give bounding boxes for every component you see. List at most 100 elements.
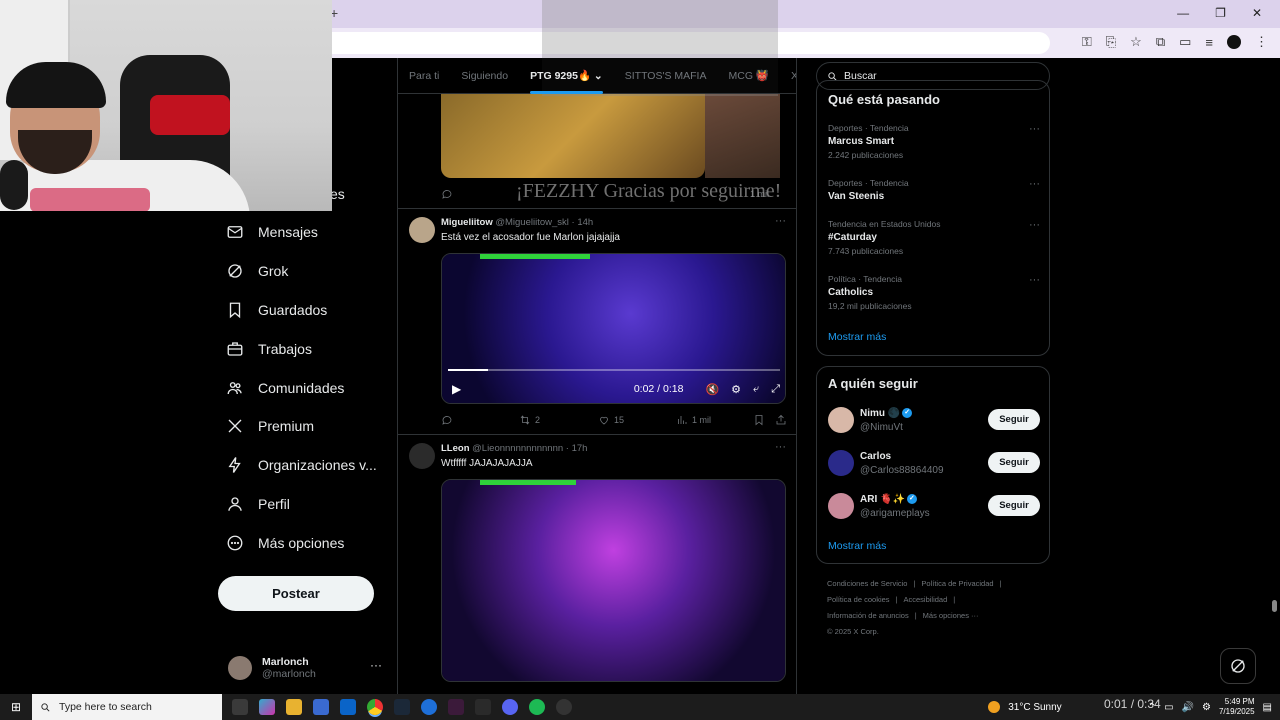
tweet-author-handle[interactable]: @Lieonnnnnnnnnnnn · 17h [472,443,587,454]
bookmark-button[interactable] [753,414,765,426]
follow-button[interactable]: Seguir [988,452,1040,473]
tweet-media-image[interactable] [441,94,705,178]
sidebar-icon[interactable]: ▭ [1179,34,1191,50]
more-icon[interactable]: ··· [1029,123,1040,135]
pip-icon[interactable]: ⤶ [753,383,759,396]
spotify-icon[interactable] [529,699,545,715]
footer-link[interactable]: Accesibilidad [904,595,948,604]
more-icon[interactable]: ··· [1029,219,1040,231]
battlenet-icon[interactable] [421,699,437,715]
tab-para-ti[interactable]: Para ti [398,58,450,94]
scrollbar-thumb[interactable] [1272,600,1277,612]
tweet-media-image-secondary[interactable] [705,94,780,178]
nav-item-grok[interactable]: Grok [226,256,288,286]
trend-item[interactable]: Deportes · Tendencia Van Steenis ··· [828,178,1040,222]
avatar[interactable] [409,217,435,243]
tab-siguiendo[interactable]: Siguiendo [450,58,519,94]
restore-icon[interactable]: ❐ [1215,6,1226,20]
repost-button[interactable]: 2 [519,414,540,426]
like-button[interactable]: 15 [598,414,624,426]
profile-avatar[interactable] [1227,35,1241,49]
star-icon[interactable]: ☆ [1130,34,1142,50]
discord-icon[interactable] [502,699,518,715]
video-progress[interactable] [448,369,780,371]
tweet[interactable]: Migueliitow @Migueliitow_skl · 14h ··· E… [398,208,796,434]
epic-games-icon[interactable] [475,699,491,715]
avatar[interactable] [828,493,854,519]
copilot-icon[interactable] [259,699,275,715]
more-icon[interactable]: ··· [775,215,786,227]
tab-sittos-mafia[interactable]: SITTOS'S MAFIA [614,58,718,94]
share-button[interactable] [775,414,787,426]
volume-icon[interactable]: 🔊 [1182,702,1194,713]
avatar[interactable] [409,443,435,469]
menu-icon[interactable]: ⋮ [1255,34,1268,50]
mute-icon[interactable]: 🔇 [705,383,719,396]
outlook-icon[interactable] [340,699,356,715]
avatar[interactable] [828,407,854,433]
footer-link[interactable]: Política de Privacidad [921,579,993,588]
install-icon[interactable]: ⎘ [1106,34,1116,50]
media-icon[interactable]: ≡ [1205,35,1213,50]
close-icon[interactable]: ✕ [1252,6,1262,20]
tab-ptg[interactable]: PTG 9295🔥 ⌄ [519,58,614,94]
footer-link[interactable]: Condiciones de Servicio [827,579,907,588]
clock[interactable]: 5:49 PM 7/19/2025 [1219,697,1255,717]
fullscreen-icon[interactable]: ⤢ [771,383,780,396]
nav-item-perfil[interactable]: Perfil [226,489,290,519]
video-player[interactable] [441,479,786,682]
network-icon[interactable]: ▭ [1164,702,1173,713]
trend-item[interactable]: Tendencia en Estados Unidos #Caturday 7.… [828,219,1040,263]
footer-link[interactable]: Más opciones ··· [923,611,979,620]
obs-icon[interactable] [556,699,572,715]
extensions-icon[interactable]: ⧉ [1156,34,1165,50]
nav-item-mas-opciones[interactable]: Más opciones [226,528,344,558]
more-icon[interactable]: ··· [370,658,382,672]
footer-link[interactable]: Política de cookies [827,595,890,604]
nav-item-trabajos[interactable]: Trabajos [226,334,312,364]
nav-item-guardados[interactable]: Guardados [226,295,327,325]
trend-item[interactable]: Deportes · Tendencia Marcus Smart 2.242 … [828,123,1040,167]
trend-item[interactable]: Política · Tendencia Catholics 19,2 mil … [828,274,1040,318]
avatar[interactable] [828,450,854,476]
tab-mcg[interactable]: MCG 👹 [717,58,780,94]
task-view-icon[interactable] [232,699,248,715]
davinci-icon[interactable] [448,699,464,715]
more-icon[interactable]: ··· [1029,178,1040,190]
chrome-icon[interactable] [367,699,383,715]
footer-link[interactable]: Información de anuncios [827,611,909,620]
minimize-icon[interactable]: — [1177,6,1189,20]
taskbar-search-input[interactable]: Type here to search [32,694,222,720]
store-icon[interactable] [313,699,329,715]
steam-icon[interactable] [394,699,410,715]
reply-button[interactable] [441,414,457,426]
nav-item-premium[interactable]: Premium [226,411,314,441]
tweet-author-name[interactable]: LLeon [441,443,470,454]
post-button[interactable]: Postear [218,576,374,611]
notifications-icon[interactable]: ▤ [1263,702,1272,713]
nav-item-mensajes[interactable]: Mensajes [226,217,318,247]
key-icon[interactable]: ⚿ [1082,34,1092,50]
nav-item-partial-label[interactable]: es [330,186,345,202]
windows-start-icon[interactable]: ⊞ [0,694,32,720]
follow-suggestion[interactable]: Carlos @Carlos88864409 Seguir [828,450,1040,480]
more-icon[interactable]: ··· [1029,274,1040,286]
follow-suggestion[interactable]: Nimu 🌑 ✓ @NimuVt Seguir [828,407,1040,437]
show-more-link[interactable]: Mostrar más [828,540,886,552]
follow-suggestion[interactable]: ARI 🫀✨ ✓ @arigameplays Seguir [828,493,1040,523]
video-player[interactable]: ▶ 0:02 / 0:18 🔇 ⚙ ⤶ ⤢ [441,253,786,404]
play-icon[interactable]: ▶ [452,382,461,396]
weather-text[interactable]: 31°C Sunny [1008,702,1061,713]
tweet[interactable]: LLeon @Lieonnnnnnnnnnnn · 17h ··· Wtffff… [398,434,796,694]
tab-xr[interactable]: X R [780,58,796,94]
account-switcher[interactable]: Marlonch @marlonch ··· [228,648,388,688]
tweet-author-name[interactable]: Migueliitow [441,217,493,228]
settings-icon[interactable]: ⚙ [1202,702,1211,713]
views-button[interactable]: 1 mil [676,414,711,426]
grok-floating-button[interactable] [1220,648,1256,684]
reply-button[interactable] [441,188,453,200]
follow-button[interactable]: Seguir [988,409,1040,430]
tweet-author-handle[interactable]: @Migueliitow_skl · 14h [495,217,593,228]
nav-item-organizaciones[interactable]: Organizaciones v... [226,450,377,480]
settings-icon[interactable]: ⚙ [731,383,741,396]
